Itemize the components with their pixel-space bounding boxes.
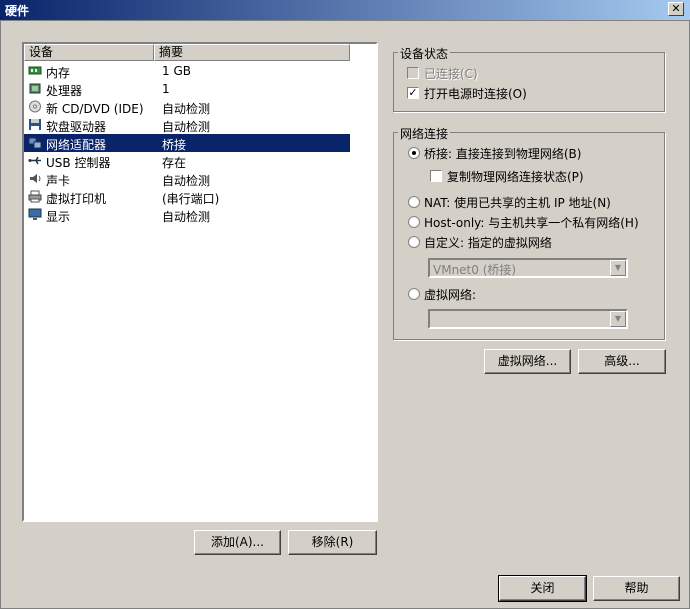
device-summary: 存在	[162, 156, 187, 170]
device-status-legend: 设备状态	[398, 45, 451, 62]
network-connection-legend: 网络连接	[398, 125, 451, 142]
memory-icon	[28, 64, 42, 77]
printer-icon	[28, 190, 42, 203]
bridged-radio[interactable]	[408, 147, 420, 159]
table-row[interactable]: 声卡 自动检测	[24, 170, 350, 188]
device-summary: 1	[162, 82, 170, 96]
bridged-label: 桥接: 直接连接到物理网络(B)	[424, 147, 582, 161]
connect-on-power-checkbox[interactable]: ✓	[407, 87, 419, 99]
device-summary: 自动检测	[162, 174, 211, 188]
table-row[interactable]: 软盘驱动器 自动检测	[24, 116, 350, 134]
advanced-button-label: 高级...	[604, 354, 640, 368]
device-summary: (串行端口)	[162, 192, 220, 206]
hostonly-radio[interactable]	[408, 216, 420, 228]
window-title: 硬件	[5, 4, 30, 18]
virtual-network-select[interactable]: ▼	[428, 309, 628, 329]
display-icon	[28, 208, 42, 221]
column-header-summary[interactable]: 摘要	[154, 44, 350, 61]
column-header-label: 摘要	[159, 45, 184, 59]
remove-button-label: 移除(R)	[311, 535, 354, 549]
device-name: 网络适配器	[46, 138, 107, 152]
add-button-label: 添加(A)...	[210, 535, 265, 549]
table-row[interactable]: 显示 自动检测	[24, 206, 350, 224]
advanced-button[interactable]: 高级...	[578, 349, 666, 374]
chevron-down-icon[interactable]: ▼	[610, 260, 626, 276]
table-row[interactable]: 新 CD/DVD (IDE) 自动检测	[24, 98, 350, 116]
chevron-down-icon[interactable]: ▼	[610, 311, 626, 327]
table-row[interactable]: 虚拟打印机 (串行端口)	[24, 188, 350, 206]
custom-label: 自定义: 指定的虚拟网络	[424, 236, 552, 250]
nat-radio[interactable]	[408, 196, 420, 208]
table-row[interactable]: 处理器 1	[24, 80, 350, 98]
device-summary: 自动检测	[162, 102, 211, 116]
table-row[interactable]: 网络适配器 桥接	[24, 134, 350, 152]
replicate-state-checkbox[interactable]	[430, 170, 442, 182]
device-list[interactable]: 设备 摘要 内存 1 GB 处理器 1 新 CD/DVD (IDE) 自动检测 软盘驱动器自…	[22, 42, 378, 522]
custom-network-value: VMnet0 (桥接)	[433, 263, 517, 277]
nat-label: NAT: 使用已共享的主机 IP 地址(N)	[424, 196, 611, 210]
device-name: 内存	[46, 66, 71, 80]
device-summary: 自动检测	[162, 210, 211, 224]
sound-icon	[28, 172, 42, 185]
device-name: USB 控制器	[46, 156, 111, 170]
custom-network-select[interactable]: VMnet0 (桥接) ▼	[428, 258, 628, 278]
device-summary: 1 GB	[162, 64, 191, 78]
add-button[interactable]: 添加(A)...	[194, 530, 281, 555]
connect-on-power-label: 打开电源时连接(O)	[424, 87, 527, 101]
processor-icon	[28, 82, 42, 95]
close-dialog-button-label: 关闭	[530, 581, 555, 595]
virtual-network-button-label: 虚拟网络...	[497, 354, 558, 368]
network-adapter-icon	[28, 136, 42, 149]
usb-icon	[28, 154, 42, 167]
virtual-network-radio[interactable]	[408, 288, 420, 300]
connected-label: 已连接(C)	[424, 67, 478, 81]
list-empty-area	[350, 61, 376, 520]
cdrom-icon	[28, 100, 42, 113]
device-name: 软盘驱动器	[46, 120, 107, 134]
device-name: 虚拟打印机	[46, 192, 107, 206]
hostonly-label: Host-only: 与主机共享一个私有网络(H)	[424, 216, 639, 230]
help-button-label: 帮助	[624, 581, 649, 595]
remove-button[interactable]: 移除(R)	[288, 530, 377, 555]
column-header-label: 设备	[29, 45, 54, 59]
connected-checkbox[interactable]	[407, 67, 419, 79]
virtual-network-label: 虚拟网络:	[424, 288, 477, 302]
device-name: 声卡	[46, 174, 71, 188]
checkmark-icon: ✓	[408, 86, 418, 99]
device-name: 新 CD/DVD (IDE)	[46, 102, 144, 116]
radio-dot-icon	[412, 151, 416, 155]
close-button[interactable]: ✕	[668, 2, 684, 16]
device-summary: 桥接	[162, 138, 187, 152]
column-header-device[interactable]: 设备	[24, 44, 154, 61]
replicate-state-label: 复制物理网络连接状态(P)	[447, 170, 584, 184]
virtual-network-button[interactable]: 虚拟网络...	[484, 349, 571, 374]
close-icon: ✕	[671, 2, 681, 15]
table-row[interactable]: 内存 1 GB	[24, 62, 350, 80]
device-name: 处理器	[46, 84, 83, 98]
help-button[interactable]: 帮助	[593, 576, 680, 601]
custom-radio[interactable]	[408, 236, 420, 248]
table-row[interactable]: USB 控制器 存在	[24, 152, 350, 170]
floppy-icon	[28, 118, 42, 131]
title-bar: 硬件 ✕	[0, 0, 690, 20]
close-dialog-button[interactable]: 关闭	[498, 575, 587, 602]
device-summary: 自动检测	[162, 120, 211, 134]
device-name: 显示	[46, 210, 71, 224]
